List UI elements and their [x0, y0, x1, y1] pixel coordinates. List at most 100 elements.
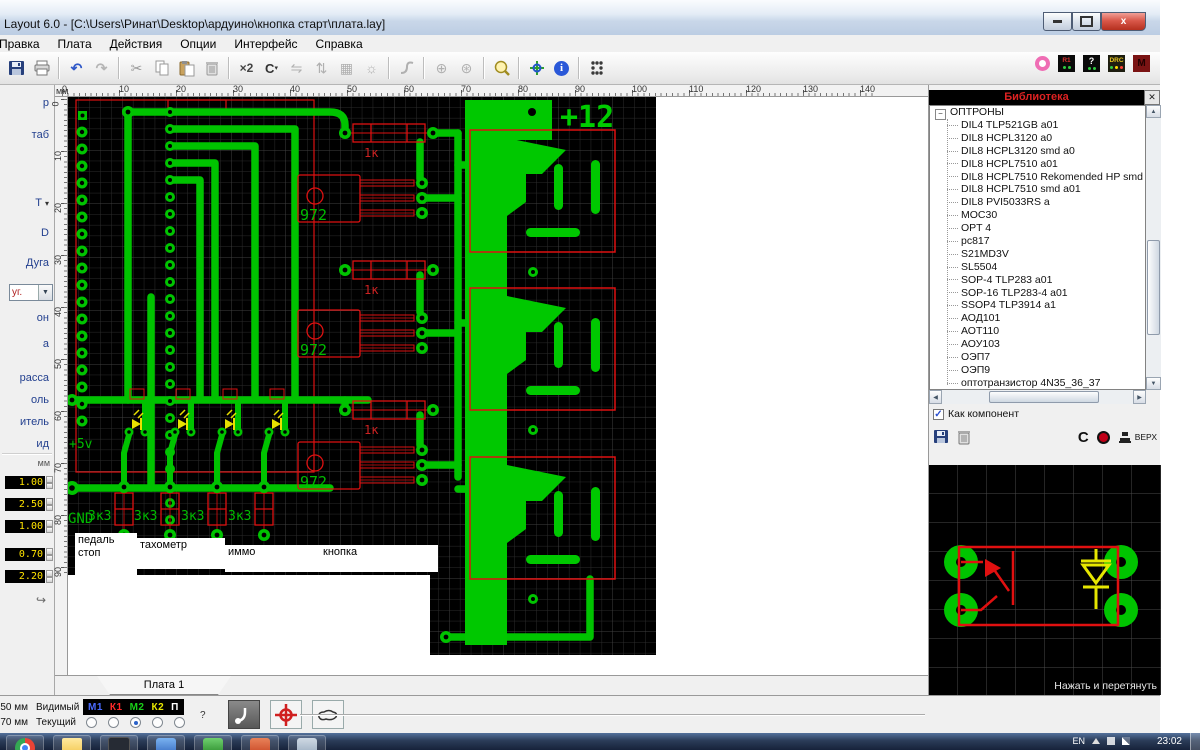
library-item[interactable]: SOP-4 TLP283 a01	[930, 274, 1145, 287]
library-item[interactable]: SL5504	[930, 261, 1145, 274]
spur-mode-icon[interactable]: ↪	[36, 593, 46, 607]
library-item[interactable]: DIL8 HCPL3120 smd a0	[930, 145, 1145, 158]
toolbar-group-button[interactable]: ▦	[334, 56, 359, 81]
taskbar-media-button[interactable]	[147, 735, 185, 750]
library-item[interactable]: АОД101	[930, 312, 1145, 325]
component-donut-icon[interactable]	[1035, 56, 1050, 71]
chevron-down-icon[interactable]: ▼	[38, 285, 52, 300]
value-field-3[interactable]: 0.70	[5, 548, 45, 561]
toolbar-thermal-pad-button[interactable]: ⊛	[454, 56, 479, 81]
sidebar-tool-1[interactable]: таб	[32, 129, 49, 141]
library-item[interactable]: DIL8 HCPL7510 Rekomended HP smd a	[930, 171, 1145, 184]
toolbar-zoom-button[interactable]	[489, 56, 514, 81]
toolbar-delete-button[interactable]	[199, 56, 224, 81]
menu-item-Действия[interactable]: Действия	[101, 37, 172, 51]
menu-item-Интерфейс[interactable]: Интерфейс	[225, 37, 306, 51]
menu-item-Справка[interactable]: Справка	[307, 37, 372, 51]
layer-chip-К1[interactable]: К1	[110, 702, 123, 713]
spinner-2[interactable]	[46, 520, 53, 533]
taskbar-phone-button[interactable]	[100, 735, 138, 750]
value-field-1[interactable]: 2.50	[5, 498, 45, 511]
tray-icon[interactable]	[1107, 737, 1115, 745]
library-item[interactable]: DIL4 TLP521GB a01	[930, 119, 1145, 132]
tab-board-1[interactable]: Плата 1	[97, 676, 231, 695]
toolbar-info-button[interactable]: i	[549, 56, 574, 81]
toolbar-rotate-any-button[interactable]: ☼	[359, 56, 384, 81]
toolbar-redo-button[interactable]: ↷	[89, 56, 114, 81]
layer-radio-М1[interactable]	[86, 717, 97, 728]
pcb-canvas[interactable]: 1к1к1к9729729723к33к33к33к3+12+5vGND пед…	[68, 97, 928, 675]
save-macro-icon[interactable]	[933, 429, 949, 445]
toolbar-duplicate-x2-button[interactable]: ×2	[234, 56, 259, 81]
library-item[interactable]: OPT 4	[930, 222, 1145, 235]
taskbar-explorer-button[interactable]	[53, 735, 91, 750]
library-item[interactable]: АОУ103	[930, 338, 1145, 351]
sidebar-tool-9[interactable]: оль	[31, 394, 49, 406]
as-component-checkbox[interactable]: ✓	[933, 409, 944, 420]
r1-layer-button[interactable]: R1	[1058, 55, 1075, 72]
library-item[interactable]: DIL8 HCPL7510 a01	[930, 158, 1145, 171]
library-item[interactable]: SOP-16 TLP283-4 a01	[930, 287, 1145, 300]
toolbar-ground-pad-button[interactable]: ⊕	[429, 56, 454, 81]
drc-check-button[interactable]: DRC	[1108, 55, 1125, 72]
library-vertical-scrollbar[interactable]: ▲ ▼	[1146, 105, 1161, 390]
scroll-up-icon[interactable]: ▲	[1146, 105, 1161, 118]
library-item[interactable]: pc817	[930, 235, 1145, 248]
toolbar-paste-button[interactable]	[174, 56, 199, 81]
layer-radio-К1[interactable]	[108, 717, 119, 728]
library-item[interactable]: S21MD3V	[930, 248, 1145, 261]
layer-chip-К2[interactable]: К2	[151, 702, 164, 713]
spinner-0[interactable]	[46, 476, 53, 489]
value-field-4[interactable]: 2.20	[5, 570, 45, 583]
sidebar-tool-11[interactable]: ид	[36, 438, 49, 450]
crosshair-button[interactable]	[270, 700, 302, 729]
library-item[interactable]: DIL8 HCPL7510 smd a01	[930, 183, 1145, 196]
spinner-4[interactable]	[46, 570, 53, 583]
layer-chip-М2[interactable]: М2	[130, 702, 145, 713]
library-root-node[interactable]: −ОПТРОНЫ	[930, 106, 1145, 119]
taskbar-ppt-button[interactable]	[241, 735, 279, 750]
tray-expand-icon[interactable]	[1092, 738, 1100, 744]
library-item[interactable]: DIL8 PVI5033RS a	[930, 196, 1145, 209]
toolbar-rotate-button[interactable]: C▾	[259, 56, 284, 81]
sidebar-tool-3[interactable]: D	[41, 227, 49, 239]
layer-chip-П[interactable]: П	[171, 702, 179, 713]
maximize-button[interactable]	[1072, 12, 1101, 31]
toolbar-autoroute-button[interactable]	[394, 56, 419, 81]
layer-help[interactable]: ?	[200, 710, 206, 721]
library-item[interactable]: АОТ110	[930, 325, 1145, 338]
sidebar-tool-6[interactable]: он	[37, 312, 49, 324]
sidebar-tool-2[interactable]: Т▾	[35, 197, 49, 209]
library-item[interactable]: ОЭП7	[930, 351, 1145, 364]
value-field-0[interactable]: 1.00	[5, 476, 45, 489]
library-item[interactable]: DIL8 HCPL3120 a0	[930, 132, 1145, 145]
sidebar-tool-8[interactable]: расса	[20, 372, 49, 384]
scroll-down-icon[interactable]: ▼	[1146, 377, 1161, 390]
footprint-preview[interactable]: Нажать и перетянуть	[929, 465, 1161, 695]
layer-radio-П[interactable]	[174, 717, 185, 728]
help-button[interactable]: ?	[1083, 55, 1100, 72]
library-item[interactable]: SSOP4 TLP3914 a1	[930, 299, 1145, 312]
toolbar-copy-button[interactable]	[149, 56, 174, 81]
value-field-2[interactable]: 1.00	[5, 520, 45, 533]
taskbar-chrome-button[interactable]	[6, 735, 44, 750]
layer-chip-М1[interactable]: М1	[88, 702, 103, 713]
sidebar-tool-0[interactable]: р	[43, 97, 49, 109]
menu-item-Правка[interactable]: Правка	[0, 37, 49, 51]
library-horizontal-scrollbar[interactable]: ◀ ▶	[929, 390, 1146, 404]
toolbar-footprint-button[interactable]	[584, 56, 609, 81]
board-note-2[interactable]: иммо	[225, 545, 321, 572]
menu-item-Опции[interactable]: Опции	[171, 37, 225, 51]
toolbar-mirror-vertical-button[interactable]: ⇅	[309, 56, 334, 81]
toolbar-cut-button[interactable]: ✂	[124, 56, 149, 81]
minimize-button[interactable]	[1043, 12, 1072, 31]
show-desktop-button[interactable]	[1190, 733, 1200, 750]
origin-icon[interactable]	[1097, 431, 1110, 444]
toolbar-print-button[interactable]	[29, 56, 54, 81]
rotate-preview-icon[interactable]: C	[1078, 429, 1089, 446]
network-icon[interactable]	[1122, 737, 1130, 745]
spinner-3[interactable]	[46, 548, 53, 561]
board-note-1[interactable]: тахометр	[137, 538, 225, 569]
sidebar-tool-10[interactable]: итель	[20, 416, 49, 428]
library-item[interactable]: оптотранзистор 4N35_36_37	[930, 377, 1145, 390]
